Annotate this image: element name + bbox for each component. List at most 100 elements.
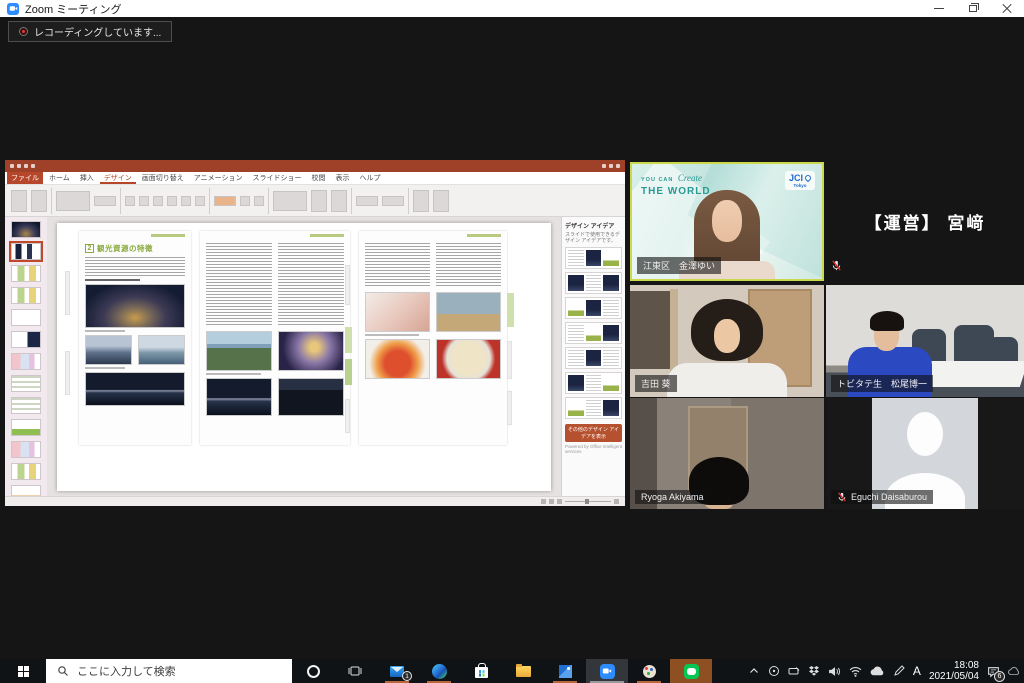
- photo-night-coast: [206, 378, 272, 416]
- video-tile-yoshida-aoi[interactable]: 吉田 葵: [630, 285, 824, 397]
- taskbar-edge-button[interactable]: [418, 659, 460, 683]
- video-tile-matsuo[interactable]: トビタテ生 松尾博一: [826, 285, 1024, 397]
- volume-icon: [828, 665, 841, 678]
- slide-thumbnail[interactable]: [11, 265, 41, 282]
- close-button[interactable]: [990, 0, 1024, 17]
- ppt-tab-slideshow[interactable]: スライドショー: [249, 172, 306, 184]
- ppt-tab-file[interactable]: ファイル: [7, 172, 43, 184]
- ppt-tab-help[interactable]: ヘルプ: [356, 172, 385, 184]
- ppt-tab-animations[interactable]: アニメーション: [190, 172, 247, 184]
- cortana-button[interactable]: [292, 659, 334, 683]
- recording-indicator: レコーディングしています...: [8, 21, 172, 42]
- video-tile-ryoga-akiyama[interactable]: Ryoga Akiyama: [630, 398, 824, 509]
- design-idea-card[interactable]: [565, 397, 622, 419]
- slide-thumbnail[interactable]: [11, 441, 41, 458]
- document-page-right: [359, 231, 507, 445]
- ime-mode-button[interactable]: A: [913, 664, 921, 678]
- photos-icon: [559, 665, 572, 678]
- action-center-button[interactable]: 6: [987, 665, 1000, 678]
- background-slogan: YOU CAN Create THE WORLD: [641, 172, 711, 197]
- start-button[interactable]: [0, 659, 46, 683]
- recording-dot-icon: [19, 27, 28, 36]
- photo-seafood-bowl: [365, 339, 430, 379]
- palette-icon: [643, 665, 656, 678]
- design-idea-card[interactable]: [565, 322, 622, 344]
- restore-button[interactable]: [956, 0, 990, 17]
- design-pane-footer: Powered by Office intelligent services: [565, 444, 622, 454]
- taskbar-line-button[interactable]: [670, 659, 712, 683]
- participant-display-name: 【運営】 宮﨑: [826, 162, 1024, 281]
- jci-tokyo-logo: JCI Tokyo: [785, 171, 815, 190]
- photo-ramen: [436, 339, 501, 379]
- windows-taskbar: ここに入力して検索 1: [0, 659, 1024, 683]
- ppt-tab-insert[interactable]: 挿入: [76, 172, 98, 184]
- tray-weather-button[interactable]: [1008, 667, 1020, 676]
- design-idea-card[interactable]: [565, 347, 622, 369]
- minimize-button[interactable]: [922, 0, 956, 17]
- taskbar-photos-button[interactable]: [544, 659, 586, 683]
- zoom-window-titlebar: Zoom ミーティング: [0, 0, 1024, 17]
- tray-security-button[interactable]: [768, 665, 780, 677]
- ppt-design-ideas-pane: デザイン アイデア スライドで使用できるデザイン アイデアです。 その他のデザイ…: [561, 217, 625, 496]
- slide-thumbnail[interactable]: [11, 331, 41, 348]
- design-idea-card[interactable]: [565, 272, 622, 294]
- slide-thumbnail-selected[interactable]: [11, 243, 41, 260]
- tray-volume-button[interactable]: [828, 665, 841, 678]
- ppt-zoom-slider[interactable]: [565, 501, 611, 502]
- slide-thumbnail[interactable]: [11, 397, 41, 414]
- tray-ink-button[interactable]: [893, 665, 905, 677]
- slide-thumbnail[interactable]: [11, 375, 41, 392]
- slide-thumbnail[interactable]: [11, 419, 41, 436]
- ppt-tab-view[interactable]: 表示: [332, 172, 354, 184]
- taskbar-explorer-button[interactable]: [502, 659, 544, 683]
- ppt-ribbon-commands[interactable]: [5, 185, 625, 217]
- section-title: 観光資源の特徴: [97, 243, 153, 254]
- tray-tablet-button[interactable]: [788, 665, 800, 677]
- zoom-camera-icon: [600, 664, 615, 679]
- taskbar-mail-button[interactable]: 1: [376, 659, 418, 683]
- notification-badge: 6: [994, 671, 1005, 682]
- participant-name-label: Eguchi Daisaburou: [831, 490, 933, 504]
- ppt-tab-transitions[interactable]: 画面切り替え: [138, 172, 188, 184]
- wifi-icon: [849, 665, 862, 678]
- design-idea-card[interactable]: [565, 372, 622, 394]
- tray-chevron-button[interactable]: [748, 665, 760, 677]
- search-placeholder: ここに入力して検索: [77, 663, 176, 679]
- section-number: 2: [85, 244, 94, 253]
- avatar-silhouette-icon: [907, 412, 943, 456]
- ppt-titlebar: [5, 160, 625, 172]
- desktop: Zoom ミーティング レコーディングしています... ファイル ホーム 挿入 …: [0, 0, 1024, 683]
- taskbar-store-button[interactable]: [460, 659, 502, 683]
- design-ideas-more-button[interactable]: その他のデザイン アイデアを表示: [565, 424, 622, 442]
- search-input[interactable]: ここに入力して検索: [46, 659, 292, 683]
- tray-onedrive-button[interactable]: [870, 666, 885, 677]
- photo-mountain: [138, 335, 185, 365]
- task-view-button[interactable]: [334, 659, 376, 683]
- taskbar-paint-button[interactable]: [628, 659, 670, 683]
- design-idea-card[interactable]: [565, 297, 622, 319]
- meeting-stage: レコーディングしています... ファイル ホーム 挿入 デザイン 画面切り替え …: [0, 17, 1024, 659]
- slide-thumbnail[interactable]: [11, 287, 41, 304]
- video-tile-eguchi-daisaburou[interactable]: Eguchi Daisaburou: [826, 398, 1024, 509]
- taskbar-clock[interactable]: 18:08 2021/05/04: [929, 660, 979, 682]
- document-page-left: 2 観光資源の特徴: [79, 231, 191, 445]
- design-idea-card[interactable]: [565, 247, 622, 269]
- ppt-tab-design[interactable]: デザイン: [100, 172, 136, 184]
- taskbar-zoom-button[interactable]: [586, 659, 628, 683]
- windows-logo-icon: [18, 666, 23, 671]
- video-tile-miyazaki[interactable]: 【運営】 宮﨑: [826, 162, 1024, 281]
- tray-wifi-button[interactable]: [849, 665, 862, 678]
- slide-thumbnail[interactable]: [11, 221, 41, 238]
- video-tile-kanazawa-yui[interactable]: YOU CAN Create THE WORLD JCI Tokyo 江東区 金…: [630, 162, 824, 281]
- window-title: Zoom ミーティング: [25, 1, 122, 17]
- slide-thumbnail[interactable]: [11, 353, 41, 370]
- participant-name-label: 江東区 金澤ゆい: [637, 257, 721, 274]
- slide-thumbnail[interactable]: [11, 309, 41, 326]
- ppt-tab-home[interactable]: ホーム: [45, 172, 74, 184]
- slide-thumbnail[interactable]: [11, 463, 41, 480]
- muted-mic-icon: [831, 258, 842, 276]
- tray-dropbox-button[interactable]: [808, 665, 820, 677]
- ppt-tab-review[interactable]: 校閲: [308, 172, 330, 184]
- clock-date: 2021/05/04: [929, 671, 979, 682]
- slide-thumbnail[interactable]: [11, 485, 41, 496]
